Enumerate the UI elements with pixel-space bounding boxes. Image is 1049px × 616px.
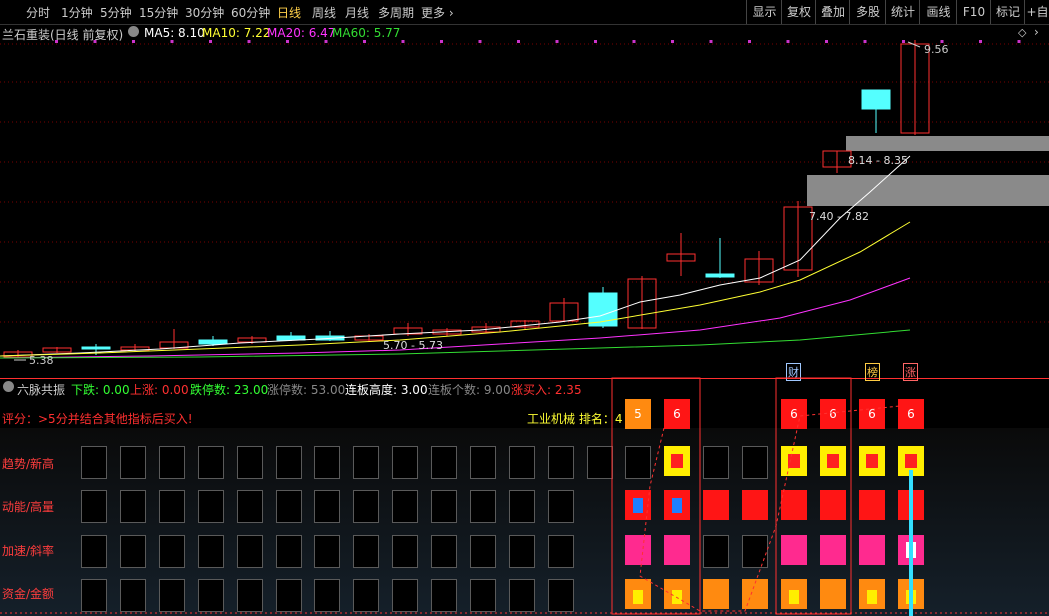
candle-body [276,335,306,341]
signal-link [639,405,901,612]
zone-label: 7.40 - 7.82 [809,210,869,223]
resistance-zone [807,175,1049,206]
marker-dot [902,40,905,43]
marker-dot [324,40,328,43]
low-label: 5.38 [29,354,54,367]
period-9[interactable]: 多周期 [378,4,414,21]
toolbar-button-4[interactable]: 统计 [885,0,920,24]
period-1[interactable]: 1分钟 [61,4,93,21]
toolbar-button-0[interactable]: 显示 [746,0,782,24]
period-4[interactable]: 30分钟 [185,4,224,21]
marker-dot [55,40,58,43]
marker-dot [709,40,713,43]
candle-body [861,89,891,110]
ma-label-3: MA60: 5.77 [332,26,401,40]
marker-dot [363,40,366,43]
period-10[interactable]: 更多 › [421,4,454,21]
marker-dot [1017,40,1021,43]
diamond-icon[interactable]: ◇ [1018,26,1026,39]
ma-label-2: MA20: 6.47 [267,26,336,40]
marker-dot [594,40,597,43]
marker-dot [440,40,443,43]
ma-label-1: MA10: 7.22 [202,26,271,40]
marker-dot [863,40,867,43]
toolbar-button-6[interactable]: F10 [956,0,991,24]
marker-dot [671,40,674,43]
toolbar-button-1[interactable]: 复权 [781,0,816,24]
marker-dot [286,40,289,43]
marker-dot [786,40,790,43]
signal-box [611,377,701,615]
marker-dot [632,40,636,43]
current-bar [909,470,913,616]
toolbar-button-2[interactable]: 叠加 [815,0,850,24]
marker-dot [247,40,251,43]
period-5[interactable]: 60分钟 [231,4,270,21]
marker-dot [478,40,482,43]
marker-dot [401,40,405,43]
marker-dot [517,40,520,43]
period-8[interactable]: 月线 [345,4,369,21]
marker-dot [748,40,751,43]
toolbar-button-8[interactable]: +自 [1024,0,1049,24]
signal-box [775,377,852,615]
period-toolbar: 分时 1分钟 5分钟 15分钟 30分钟 60分钟 日线 周线 月线 多周期 更多 › 显示 复权 叠加… [0,0,1049,25]
period-3[interactable]: 15分钟 [139,4,178,21]
candle-body [198,339,228,345]
marker-dot [555,40,559,43]
resistance-zone [846,136,1049,151]
candle-body [705,273,735,278]
period-0[interactable]: 分时 [26,4,50,21]
marker-dot [132,40,135,43]
chevron-down-icon[interactable] [128,26,139,37]
toolbar-button-3[interactable]: 多股 [849,0,886,24]
candlestick-chart[interactable]: 9.56 5.38 8.14 - 8.35 7.40 - 7.82 5.70 - 5.7… [0,40,1049,378]
zone-label: 8.14 - 8.35 [848,154,908,167]
toolbar-button-5[interactable]: 画线 [919,0,957,24]
period-7[interactable]: 周线 [312,4,336,21]
period-6[interactable]: 日线 [277,4,301,21]
marker-dot [979,40,982,43]
ma20-line [0,277,911,359]
marker-dot [93,40,97,43]
marker-dot [170,40,174,43]
marker-dot [825,40,828,43]
signal-overlay [0,377,1049,616]
toolbar-button-7[interactable]: 标记 [990,0,1025,24]
chevron-right-icon[interactable]: › [1034,25,1039,39]
marker-dot [209,40,212,43]
high-label: 9.56 [924,43,949,56]
period-2[interactable]: 5分钟 [100,4,132,21]
ma5-line [0,155,911,357]
candle-body [81,346,111,350]
zone-label: 5.70 - 5.73 [383,339,443,352]
ma-label-0: MA5: 8.10 [144,26,205,40]
